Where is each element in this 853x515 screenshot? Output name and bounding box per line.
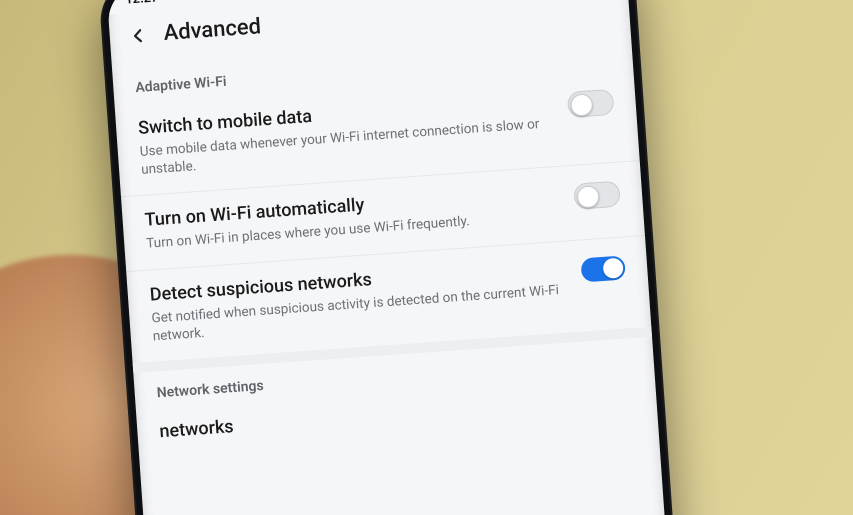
page-title: Advanced [163,14,262,46]
status-time: 12:27 [125,0,159,7]
phone-screen: 12:27 Advanced Adaptive Wi-Fi Switch to … [106,0,669,515]
phone-frame: 12:27 Advanced Adaptive Wi-Fi Switch to … [98,0,678,515]
back-icon[interactable] [125,23,151,49]
toggle-knob [602,257,623,278]
photo-background: 12:27 Advanced Adaptive Wi-Fi Switch to … [0,0,853,515]
row-text: Turn on Wi-Fi automatically Turn on Wi-F… [144,181,560,253]
toggle-knob [570,93,593,116]
row-text: Detect suspicious networks Get notified … [149,255,568,345]
toggle-auto-wifi[interactable] [573,181,621,210]
toggle-switch-mobile-data[interactable] [567,89,615,118]
toggle-detect-suspicious[interactable] [580,255,626,282]
row-text: Switch to mobile data Use mobile data wh… [138,89,555,179]
toggle-knob [576,186,599,209]
